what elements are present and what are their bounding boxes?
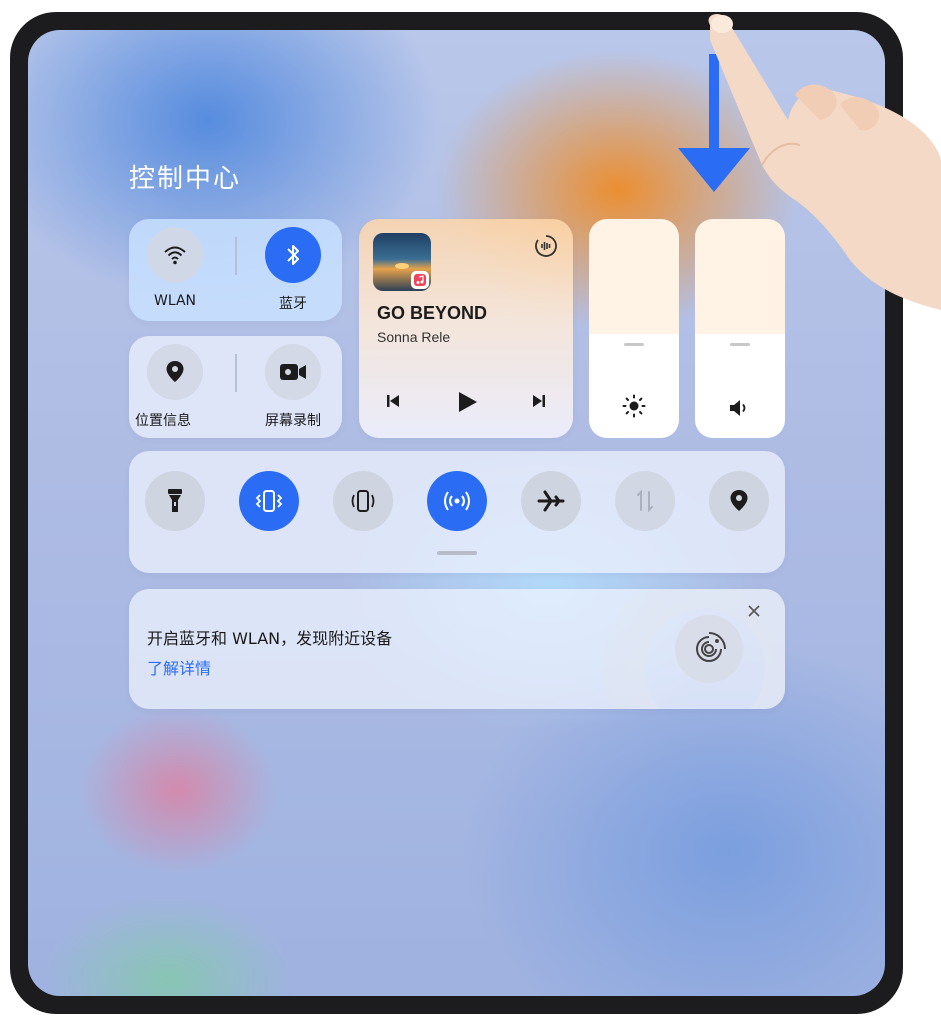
- close-button[interactable]: [747, 603, 765, 621]
- wlan-button[interactable]: [147, 227, 203, 283]
- location-toggle[interactable]: [709, 471, 769, 531]
- hotspot-toggle[interactable]: [427, 471, 487, 531]
- airplane-icon: [537, 490, 565, 512]
- expand-handle[interactable]: [437, 551, 477, 555]
- divider: [235, 237, 237, 275]
- location-pin-icon: [730, 490, 748, 511]
- brightness-slider[interactable]: [589, 219, 679, 438]
- brightness-icon-wrap: [589, 394, 679, 422]
- song-artist: Sonna Rele: [377, 329, 451, 345]
- brightness-icon: [622, 394, 646, 418]
- bluetooth-button[interactable]: [265, 227, 321, 283]
- bluetooth-icon: [287, 245, 299, 265]
- play-button[interactable]: [456, 391, 478, 417]
- previous-track-button[interactable]: [385, 393, 401, 413]
- speaker-icon: [730, 400, 746, 416]
- wifi-icon: [164, 246, 186, 265]
- airplane-mode-toggle[interactable]: [521, 471, 581, 531]
- vibrate-toggle[interactable]: [239, 471, 299, 531]
- control-center-title: 控制中心: [129, 164, 242, 194]
- mobile-data-icon: [637, 489, 653, 513]
- vibration-mode-toggle[interactable]: [333, 471, 393, 531]
- audio-output-button[interactable]: [533, 233, 559, 259]
- screen-record-button[interactable]: [265, 344, 321, 400]
- wlan-label: WLAN: [153, 293, 196, 309]
- skip-previous-icon: [387, 395, 399, 407]
- brightness-empty-region: [589, 219, 679, 334]
- skip-next-icon: [533, 395, 545, 407]
- radar-icon: [696, 632, 726, 662]
- screen-record-label: 屏幕录制: [265, 413, 321, 429]
- divider: [235, 354, 237, 392]
- phone-vibration-icon: [351, 490, 375, 512]
- volume-icon-wrap: [695, 398, 785, 422]
- nearby-devices-notice: 开启蓝牙和 WLAN，发现附近设备 了解详情: [129, 589, 785, 709]
- nearby-scan-button[interactable]: [675, 615, 743, 683]
- mobile-data-toggle[interactable]: [615, 471, 675, 531]
- audio-output-icon: [535, 235, 557, 257]
- next-track-button[interactable]: [531, 393, 547, 413]
- location-record-card: 位置信息 屏幕录制: [129, 336, 342, 438]
- location-pin-icon: [166, 361, 184, 382]
- hand-pointer: [708, 14, 941, 310]
- learn-more-link[interactable]: 了解详情: [147, 655, 211, 679]
- notice-message: 开启蓝牙和 WLAN，发现附近设备: [147, 629, 393, 648]
- location-label: 位置信息: [135, 413, 191, 429]
- music-note-icon: [414, 274, 426, 286]
- vibrate-icon: [255, 490, 283, 512]
- close-icon: [748, 605, 760, 617]
- location-button[interactable]: [147, 344, 203, 400]
- flashlight-icon: [168, 489, 182, 512]
- slider-handle[interactable]: [730, 343, 750, 346]
- play-icon: [459, 392, 477, 412]
- slider-handle[interactable]: [624, 343, 644, 346]
- media-card: GO BEYOND Sonna Rele: [359, 219, 573, 438]
- flashlight-toggle[interactable]: [145, 471, 205, 531]
- music-app-badge: [411, 271, 429, 289]
- sun-graphic: [395, 263, 409, 269]
- connectivity-card: WLAN 蓝牙: [129, 219, 342, 321]
- song-title: GO BEYOND: [377, 303, 488, 323]
- hotspot-icon: [444, 491, 470, 511]
- video-camera-icon: [280, 364, 306, 380]
- quick-toggles-panel: [129, 451, 785, 573]
- bluetooth-label: 蓝牙: [279, 296, 307, 312]
- album-cover[interactable]: [373, 233, 431, 291]
